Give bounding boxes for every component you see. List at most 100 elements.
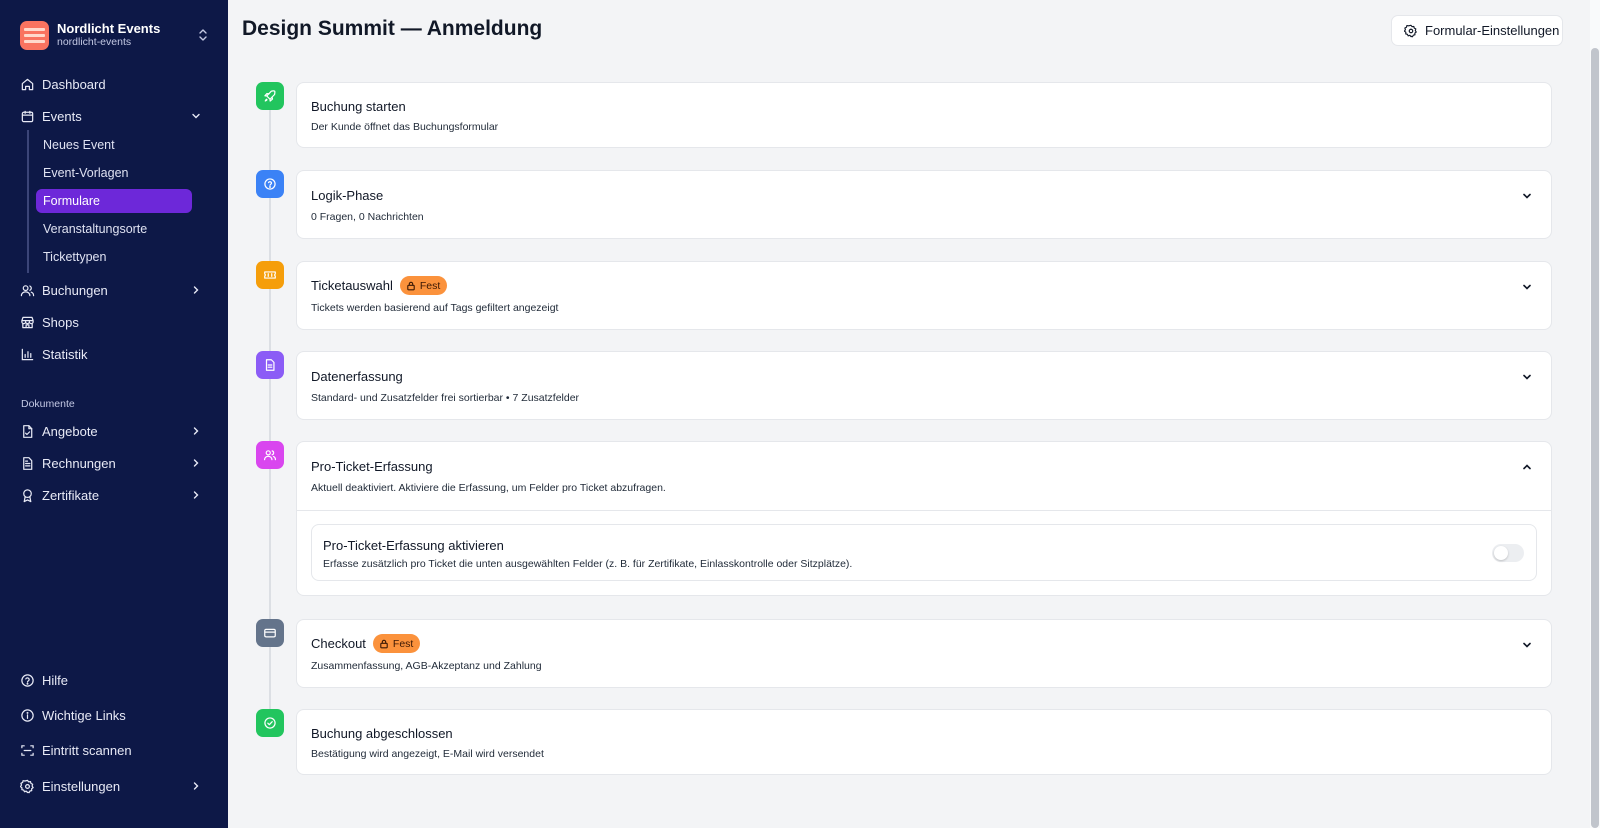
nav-einstellungen-label: Einstellungen (42, 778, 121, 794)
info-icon (20, 708, 35, 723)
sidebar-item-tickettypen[interactable]: Tickettypen (36, 245, 192, 269)
fixed-badge: Fest (372, 634, 421, 653)
org-switcher[interactable]: Nordlicht Events nordlicht-events (20, 18, 210, 52)
nav-eintritt-scannen[interactable]: Eintritt scannen (20, 737, 210, 763)
nav-dashboard-label: Dashboard (42, 76, 106, 92)
sidebar-item-veranstaltungsorte[interactable]: Veranstaltungsorte (36, 217, 192, 241)
nav-angebote-label: Angebote (42, 423, 98, 439)
credit-card-icon (256, 619, 284, 647)
nav-hilfe-label: Hilfe (42, 672, 69, 688)
nav-shops-label: Shops (42, 314, 79, 330)
chevron-down-icon[interactable] (1521, 371, 1533, 383)
nav-shops[interactable]: Shops (20, 309, 210, 335)
org-slug: nordlicht-events (57, 36, 132, 49)
store-icon (20, 315, 35, 330)
nav-statistik[interactable]: Statistik (20, 341, 210, 367)
chevron-right-icon (193, 782, 199, 790)
chevron-down-icon[interactable] (1521, 281, 1533, 293)
scrollbar-thumb[interactable] (1591, 48, 1599, 828)
toggle-desc: Erfasse zusätzlich pro Ticket die unten … (323, 558, 853, 570)
step-title: Buchung starten (311, 99, 406, 114)
org-name: Nordlicht Events (57, 20, 161, 36)
lock-icon (380, 639, 388, 648)
step-title: Datenerfassung (311, 369, 403, 384)
chevron-up-down-icon (199, 29, 207, 41)
nav-events-label: Events (42, 108, 82, 124)
form-settings-button[interactable]: Formular-Einstellungen (1391, 15, 1563, 46)
step-title-row: Checkout Fest (311, 634, 421, 653)
nav-wichtige-links[interactable]: Wichtige Links (20, 702, 210, 728)
toggle-knob (1494, 546, 1508, 560)
chevron-down-icon (192, 113, 200, 119)
rocket-icon (256, 82, 284, 110)
step-card-logik-phase[interactable]: Logik-Phase 0 Fragen, 0 Nachrichten (296, 170, 1552, 239)
question-circle-icon (256, 170, 284, 198)
org-logo (20, 20, 49, 50)
fixed-badge-label: Fest (392, 637, 414, 650)
bar-chart-icon (20, 347, 35, 362)
step-title: Ticketauswahl (311, 278, 393, 293)
users-icon (20, 283, 35, 298)
nav-einstellungen[interactable]: Einstellungen (20, 773, 210, 799)
nav-hilfe[interactable]: Hilfe (20, 667, 210, 693)
award-icon (20, 488, 35, 503)
chevron-down-icon[interactable] (1521, 639, 1533, 651)
step-title: Logik-Phase (311, 188, 384, 203)
pro-ticket-toggle[interactable] (1492, 544, 1524, 562)
calendar-icon (20, 109, 35, 124)
form-settings-label: Formular-Einstellungen (1425, 23, 1560, 38)
nav-buchungen-label: Buchungen (42, 282, 108, 298)
step-title: Checkout (311, 636, 366, 651)
step-title: Pro-Ticket-Erfassung (311, 459, 433, 474)
step-card-buchung-abgeschlossen[interactable]: Buchung abgeschlossen Bestätigung wird a… (296, 709, 1552, 775)
file-check-icon (20, 424, 35, 439)
nav-angebote[interactable]: Angebote (20, 418, 210, 444)
gear-icon (20, 779, 35, 794)
nav-rechnungen[interactable]: Rechnungen (20, 450, 210, 476)
home-icon (20, 77, 35, 92)
help-circle-icon (20, 673, 35, 688)
chevron-right-icon (193, 491, 199, 499)
nav-rechnungen-label: Rechnungen (42, 455, 116, 471)
step-title-row: Ticketauswahl Fest (311, 276, 448, 295)
step-desc: 0 Fragen, 0 Nachrichten (311, 211, 424, 223)
fixed-badge: Fest (399, 276, 448, 295)
step-card-checkout[interactable]: Checkout Fest Zusammenfassung, AGB-Akzep… (296, 619, 1552, 688)
step-card-datenerfassung[interactable]: Datenerfassung Standard- und Zusatzfelde… (296, 351, 1552, 420)
sidebar-item-formulare[interactable]: Formulare (36, 189, 192, 213)
users-icon (256, 441, 284, 469)
lock-icon (407, 281, 415, 290)
step-card-ticketauswahl[interactable]: Ticketauswahl Fest Tickets werden basier… (296, 261, 1552, 330)
invoice-icon (20, 456, 35, 471)
sidebar-item-event-vorlagen[interactable]: Event-Vorlagen (36, 161, 192, 185)
step-desc: Aktuell deaktiviert. Aktiviere die Erfas… (311, 482, 666, 494)
nav-eintritt-scannen-label: Eintritt scannen (42, 742, 132, 758)
nav-events[interactable]: Events (20, 103, 210, 129)
nav-zertifikate-label: Zertifikate (42, 487, 100, 503)
chevron-right-icon (193, 427, 199, 435)
chevron-right-icon (193, 459, 199, 467)
nav-zertifikate[interactable]: Zertifikate (20, 482, 210, 508)
pro-ticket-toggle-row: Pro-Ticket-Erfassung aktivieren Erfasse … (311, 524, 1537, 581)
chevron-up-icon[interactable] (1521, 461, 1533, 473)
step-desc: Der Kunde öffnet das Buchungsformular (311, 121, 499, 133)
nav-wichtige-links-label: Wichtige Links (42, 707, 126, 723)
step-card-buchung-starten[interactable]: Buchung starten Der Kunde öffnet das Buc… (296, 82, 1552, 148)
check-circle-icon (256, 709, 284, 737)
chevron-down-icon[interactable] (1521, 190, 1533, 202)
step-desc: Bestätigung wird angezeigt, E-Mail wird … (311, 748, 544, 760)
sidebar: Nordlicht Events nordlicht-events Dashbo… (0, 0, 228, 828)
toggle-title: Pro-Ticket-Erfassung aktivieren (323, 538, 504, 553)
step-desc: Zusammenfassung, AGB-Akzeptanz und Zahlu… (311, 660, 542, 672)
divider (297, 510, 1551, 511)
step-title: Buchung abgeschlossen (311, 726, 453, 741)
section-label-dokumente: Dokumente (21, 398, 75, 410)
nav-buchungen[interactable]: Buchungen (20, 277, 210, 303)
nav-dashboard[interactable]: Dashboard (20, 71, 210, 97)
nav-statistik-label: Statistik (42, 346, 88, 362)
sidebar-item-neues-event[interactable]: Neues Event (36, 133, 192, 157)
document-icon (256, 351, 284, 379)
chevron-right-icon (193, 286, 199, 294)
step-desc: Standard- und Zusatzfelder frei sortierb… (311, 392, 580, 404)
fixed-badge-label: Fest (419, 279, 441, 292)
